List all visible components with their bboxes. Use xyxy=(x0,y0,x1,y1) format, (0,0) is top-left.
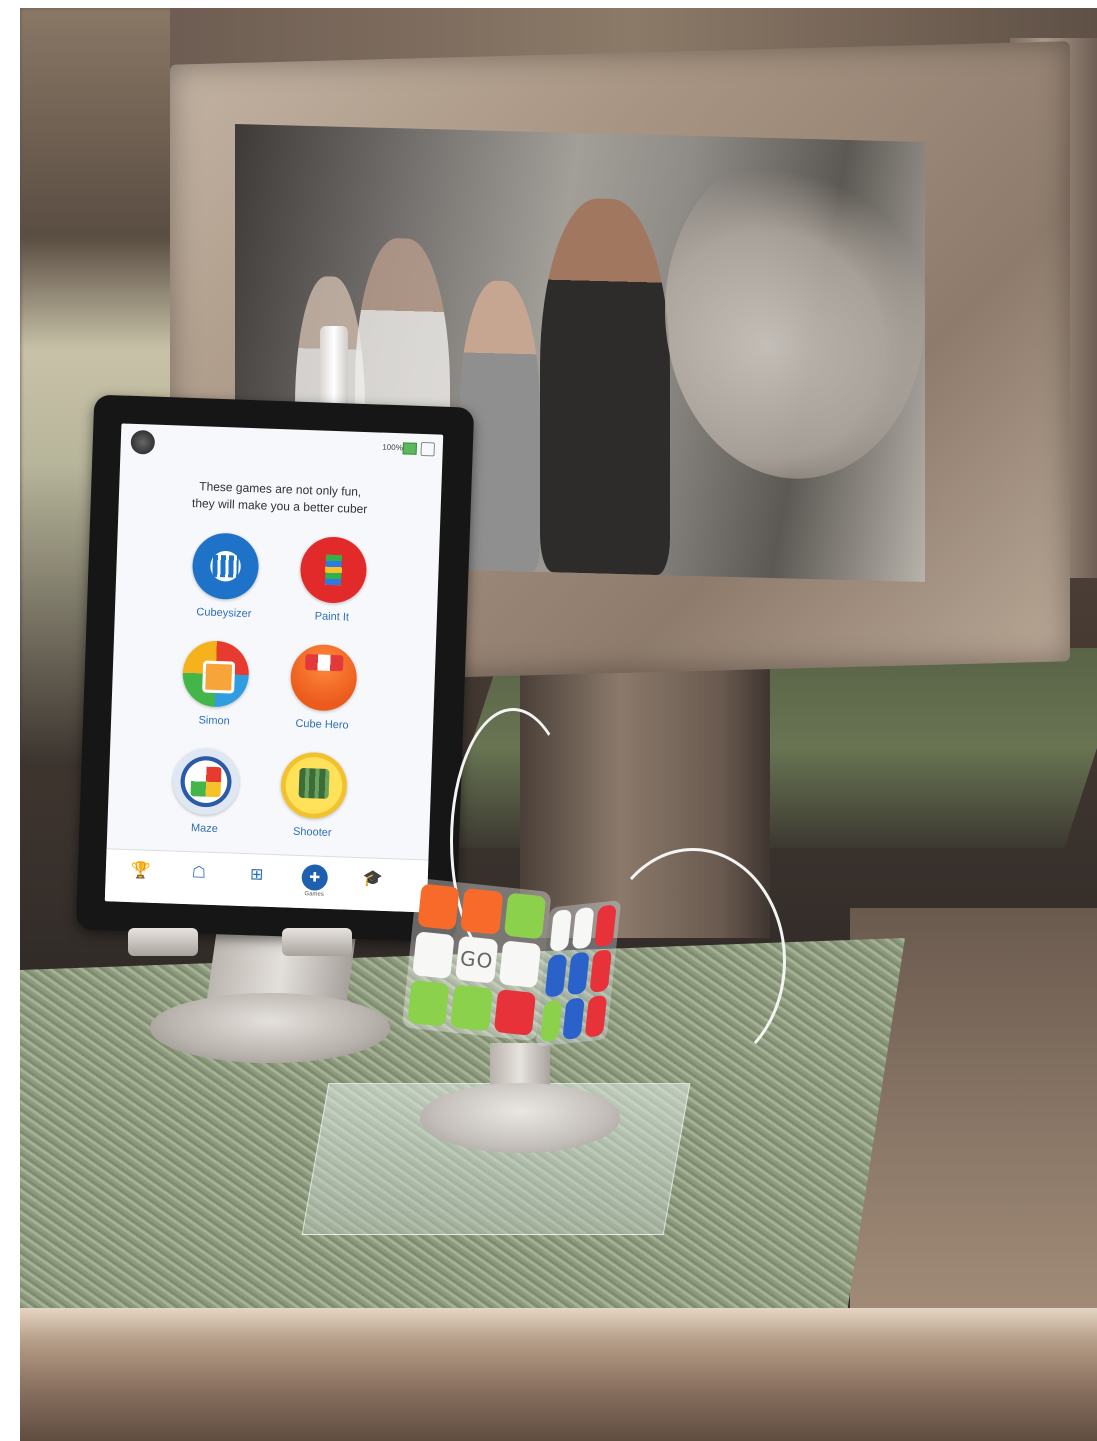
photo-scene: 100% These games are not only fun, they … xyxy=(20,8,1097,1441)
cube-front-face: GO xyxy=(401,878,552,1042)
cube-stand-disc xyxy=(420,1083,620,1153)
gamepad-icon[interactable]: ✚ xyxy=(301,864,329,891)
game-tile-cubeysizer[interactable]: Cubeysizer xyxy=(169,531,282,621)
shooter-icon[interactable] xyxy=(279,751,349,820)
cube-tile xyxy=(549,909,573,953)
cube-tile xyxy=(584,994,608,1038)
tablet-stand-base xyxy=(150,993,390,1063)
go-logo: GO xyxy=(458,945,495,974)
trophy-icon[interactable]: 🏆 xyxy=(131,862,152,880)
cable xyxy=(600,848,786,1074)
cube-center-tile: GO xyxy=(455,936,499,984)
cube-tile xyxy=(594,904,617,948)
cube-tile xyxy=(589,949,613,993)
cubeysizer-icon[interactable] xyxy=(191,532,260,601)
game-label[interactable]: Cubeysizer xyxy=(169,605,279,621)
battery-icon xyxy=(402,442,417,455)
cube-tile xyxy=(571,906,595,950)
game-tile-maze[interactable]: Maze xyxy=(149,747,262,837)
cube-tile xyxy=(460,888,504,936)
game-tile-shooter[interactable]: Shooter xyxy=(257,751,370,841)
cube-tile xyxy=(407,979,450,1027)
tab-tips[interactable]: ☖ xyxy=(181,860,216,895)
cube-tile xyxy=(567,951,590,995)
game-label[interactable]: Shooter xyxy=(257,824,367,840)
battery-level: 100% xyxy=(382,442,403,453)
game-tile-paint-it[interactable]: Paint It xyxy=(277,535,390,625)
tab-learn[interactable]: 🎓 xyxy=(355,866,390,901)
cube-tile xyxy=(562,996,585,1040)
blurred-foreground-arm xyxy=(665,145,925,483)
cube-tile xyxy=(412,931,455,979)
person-silhouette xyxy=(540,196,670,576)
bottom-tab-bar: 🏆 ☖ ⊞ ✚ Games 🎓 xyxy=(104,848,429,913)
plinth-steel-edge xyxy=(20,1308,1097,1441)
cube-tile xyxy=(544,954,568,998)
game-label[interactable]: Simon xyxy=(159,713,269,729)
tab-trophies[interactable]: 🏆 xyxy=(123,858,158,893)
paint-it-icon[interactable] xyxy=(299,535,368,605)
maze-icon[interactable] xyxy=(171,747,241,816)
app-logo-icon[interactable] xyxy=(130,429,156,455)
cube-icon[interactable]: ⊞ xyxy=(250,866,264,883)
game-tile-cube-hero[interactable]: Cube Hero xyxy=(267,643,380,733)
simon-icon[interactable] xyxy=(181,639,250,709)
tablet-screen: 100% These games are not only fun, they … xyxy=(104,423,444,913)
status-bar: 100% xyxy=(120,423,443,468)
tablet-stand-clip xyxy=(128,928,198,956)
game-label[interactable]: Paint It xyxy=(277,609,387,625)
tab-games[interactable]: ✚ Games xyxy=(297,864,332,899)
graduation-cap-icon[interactable]: 🎓 xyxy=(362,870,383,888)
cube-tile xyxy=(417,883,461,931)
smart-cube: GO xyxy=(400,878,622,1068)
cart-icon[interactable] xyxy=(420,441,435,457)
game-tile-simon[interactable]: Simon xyxy=(159,639,272,729)
tab-cube[interactable]: ⊞ xyxy=(239,862,274,897)
cube-tile xyxy=(503,892,547,940)
tips-icon[interactable]: ☖ xyxy=(191,864,206,881)
cube-tile xyxy=(493,988,537,1036)
cube-tile xyxy=(539,999,563,1043)
tablet-stand-clip xyxy=(282,928,352,956)
cube-tile xyxy=(450,984,493,1032)
cube-tile xyxy=(498,940,542,988)
tab-games-label[interactable]: Games xyxy=(297,890,331,899)
game-label[interactable]: Cube Hero xyxy=(267,717,377,733)
tablet: 100% These games are not only fun, they … xyxy=(75,394,475,943)
cube-hero-icon[interactable] xyxy=(289,643,358,712)
game-label[interactable]: Maze xyxy=(149,821,259,837)
page-headline: These games are not only fun, they will … xyxy=(118,475,441,520)
